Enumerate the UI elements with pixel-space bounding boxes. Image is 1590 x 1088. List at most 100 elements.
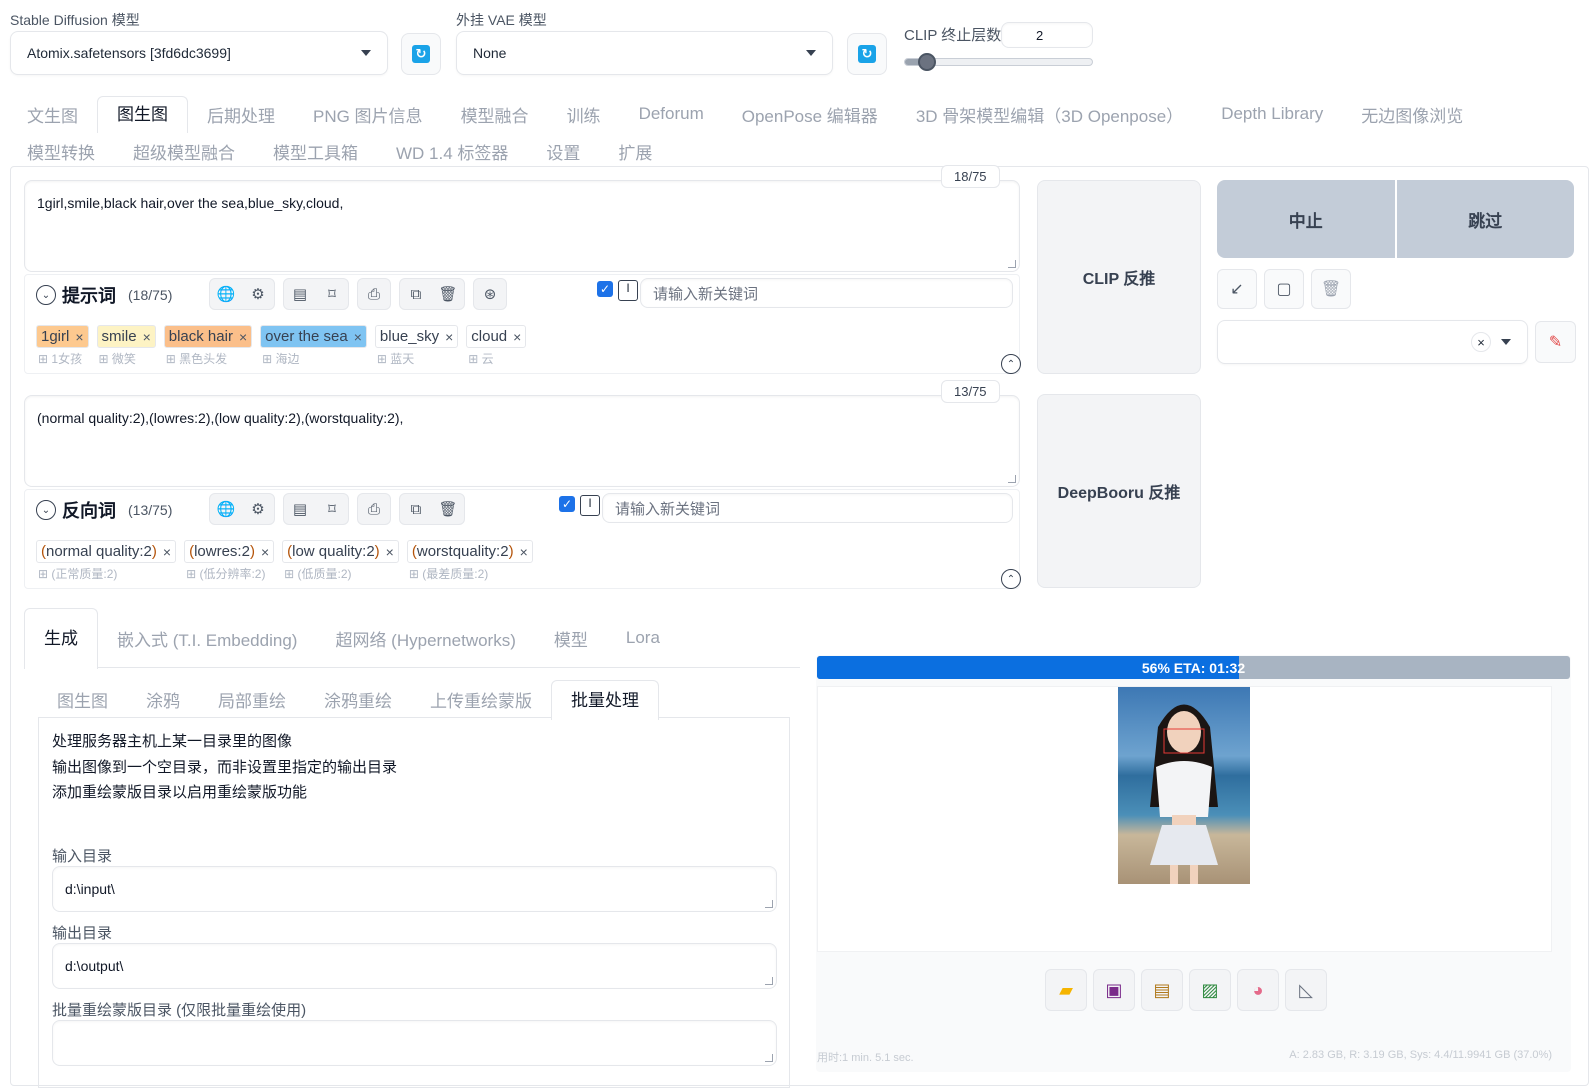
clear-button[interactable]: 🗑 bbox=[1311, 269, 1351, 309]
save-button[interactable]: ▣ bbox=[1093, 969, 1135, 1011]
remove-chip-icon[interactable]: × bbox=[143, 329, 151, 345]
translate-text-icon[interactable]: ⎙ bbox=[358, 494, 390, 524]
main-tab-row2-1[interactable]: 超级模型融合 bbox=[114, 139, 254, 164]
img2img-tab-2[interactable]: 局部重绘 bbox=[199, 687, 305, 712]
keyword-checkbox[interactable]: ✓ bbox=[597, 281, 613, 297]
open-folder-button[interactable]: ▰ bbox=[1045, 969, 1087, 1011]
paste-button[interactable]: ▢ bbox=[1264, 269, 1304, 309]
sub-tab-4[interactable]: Lora bbox=[607, 628, 679, 648]
vae-model-select[interactable]: None bbox=[456, 31, 833, 75]
resize-handle[interactable] bbox=[1008, 260, 1016, 268]
openai-icon[interactable]: ⊛ bbox=[474, 279, 506, 309]
copy-icon[interactable]: ⧉ bbox=[400, 279, 432, 309]
main-tab-7[interactable]: OpenPose 编辑器 bbox=[723, 102, 897, 127]
main-tab-2[interactable]: 后期处理 bbox=[188, 102, 294, 127]
main-tab-5[interactable]: 训练 bbox=[548, 102, 620, 127]
trash-icon[interactable]: 🗑 bbox=[432, 494, 464, 524]
img2img-tab-5[interactable]: 批量处理 bbox=[551, 679, 659, 720]
chip-body[interactable]: (lowres:2) × bbox=[184, 540, 275, 563]
prompt-chip[interactable]: blue_sky × ⊞ 蓝天 bbox=[374, 325, 459, 367]
chip-body[interactable]: smile × bbox=[96, 325, 156, 348]
chip-body[interactable]: (low quality:2) × bbox=[282, 540, 399, 563]
prompt-keyword-input[interactable]: 请输入新关键词 bbox=[640, 278, 1013, 308]
negative-keyword-input[interactable]: 请输入新关键词 bbox=[602, 493, 1013, 523]
skip-button[interactable]: 跳过 bbox=[1396, 180, 1574, 258]
negative-chip[interactable]: (normal quality:2) × ⊞ (正常质量:2) bbox=[36, 540, 177, 582]
prompt-chip[interactable]: cloud × ⊞ 云 bbox=[466, 325, 527, 367]
deepbooru-interrogate-button[interactable]: DeepBooru 反推 bbox=[1037, 394, 1201, 588]
sub-tab-2[interactable]: 超网络 (Hypernetworks) bbox=[316, 626, 534, 651]
chip-body[interactable]: 1girl × bbox=[36, 325, 89, 348]
prompt-chip[interactable]: smile × ⊞ 微笑 bbox=[96, 325, 156, 367]
remove-chip-icon[interactable]: × bbox=[386, 544, 394, 560]
remove-chip-icon[interactable]: × bbox=[520, 544, 528, 560]
stop-button[interactable]: 中止 bbox=[1217, 180, 1395, 258]
sub-tab-1[interactable]: 嵌入式 (T.I. Embedding) bbox=[98, 626, 316, 651]
vae-refresh-button[interactable]: ↻ bbox=[847, 33, 887, 75]
chip-body[interactable]: over the sea × bbox=[260, 325, 367, 348]
sub-tab-3[interactable]: 模型 bbox=[535, 626, 607, 651]
sd-refresh-button[interactable]: ↻ bbox=[401, 33, 441, 75]
chevron-up-icon[interactable]: ⌃ bbox=[1001, 569, 1021, 589]
negative-chip[interactable]: (low quality:2) × ⊞ (低质量:2) bbox=[282, 540, 399, 582]
prompt-textarea[interactable]: 1girl,smile,black hair,over the sea,blue… bbox=[24, 180, 1020, 272]
send-to-img2img-button[interactable]: ▨ bbox=[1189, 969, 1231, 1011]
main-tab-row2-0[interactable]: 模型转换 bbox=[8, 139, 114, 164]
remove-chip-icon[interactable]: × bbox=[75, 329, 83, 345]
img2img-tab-1[interactable]: 涂鸦 bbox=[127, 687, 199, 712]
clear-x-icon[interactable]: × bbox=[1471, 332, 1491, 352]
resize-handle[interactable] bbox=[765, 900, 773, 908]
zip-button[interactable]: ▤ bbox=[1141, 969, 1183, 1011]
remove-chip-icon[interactable]: × bbox=[445, 329, 453, 345]
bookmark-icon[interactable]: ⌑ bbox=[316, 494, 348, 524]
slider-thumb[interactable] bbox=[917, 53, 936, 71]
clip-skip-input[interactable]: 2 bbox=[1001, 22, 1093, 48]
trash-icon[interactable]: 🗑 bbox=[432, 279, 464, 309]
main-tab-8[interactable]: 3D 骨架模型编辑（3D Openpose） bbox=[897, 102, 1202, 127]
input-dir-field[interactable]: d:\input\ bbox=[52, 866, 777, 912]
prompt-chip[interactable]: 1girl × ⊞ 1女孩 bbox=[36, 325, 89, 367]
main-tab-3[interactable]: PNG 图片信息 bbox=[294, 102, 442, 127]
main-tab-6[interactable]: Deforum bbox=[620, 104, 723, 124]
main-tab-row2-2[interactable]: 模型工具箱 bbox=[254, 139, 377, 164]
history-icon[interactable]: ▤ bbox=[284, 279, 316, 309]
output-dir-field[interactable]: d:\output\ bbox=[52, 943, 777, 989]
main-tab-row2-4[interactable]: 设置 bbox=[527, 139, 599, 164]
gear-icon[interactable]: ⚙ bbox=[242, 279, 274, 309]
main-tab-1[interactable]: 图生图 bbox=[97, 95, 188, 133]
chip-body[interactable]: (normal quality:2) × bbox=[36, 540, 177, 563]
remove-chip-icon[interactable]: × bbox=[261, 544, 269, 560]
globe-icon[interactable]: 🌐 bbox=[210, 494, 242, 524]
mask-dir-field[interactable] bbox=[52, 1020, 777, 1066]
main-tab-row2-3[interactable]: WD 1.4 标签器 bbox=[377, 139, 527, 164]
main-tab-9[interactable]: Depth Library bbox=[1202, 104, 1342, 124]
send-to-inpaint-button[interactable]: ◕ bbox=[1237, 969, 1279, 1011]
style-select[interactable]: × bbox=[1217, 320, 1528, 364]
chip-body[interactable]: (worstquality:2) × bbox=[406, 540, 533, 563]
output-image[interactable] bbox=[1118, 687, 1250, 884]
remove-chip-icon[interactable]: × bbox=[513, 329, 521, 345]
clip-interrogate-button[interactable]: CLIP 反推 bbox=[1037, 180, 1201, 374]
main-tab-10[interactable]: 无边图像浏览 bbox=[1342, 102, 1482, 127]
chip-body[interactable]: black hair × bbox=[163, 325, 253, 348]
main-tab-4[interactable]: 模型融合 bbox=[442, 102, 548, 127]
resize-handle[interactable] bbox=[1008, 475, 1016, 483]
chip-body[interactable]: blue_sky × bbox=[374, 325, 459, 348]
negative-chip[interactable]: (worstquality:2) × ⊞ (最差质量:2) bbox=[406, 540, 533, 582]
chevron-up-icon[interactable]: ⌃ bbox=[1001, 354, 1021, 374]
prompt-chip[interactable]: black hair × ⊞ 黑色头发 bbox=[163, 325, 253, 367]
send-to-extras-button[interactable]: ◺ bbox=[1285, 969, 1327, 1011]
sd-model-select[interactable]: Atomix.safetensors [3fd6dc3699] bbox=[10, 31, 388, 75]
keyword-checkbox[interactable]: ✓ bbox=[559, 496, 575, 512]
remove-chip-icon[interactable]: × bbox=[239, 329, 247, 345]
collapse-icon[interactable]: ⌄ bbox=[36, 285, 56, 305]
img2img-tab-0[interactable]: 图生图 bbox=[38, 687, 127, 712]
translate-text-icon[interactable]: ⎙ bbox=[358, 279, 390, 309]
resize-handle[interactable] bbox=[765, 977, 773, 985]
main-tab-0[interactable]: 文生图 bbox=[8, 102, 97, 127]
globe-icon[interactable]: 🌐 bbox=[210, 279, 242, 309]
history-icon[interactable]: ▤ bbox=[284, 494, 316, 524]
resize-handle[interactable] bbox=[765, 1054, 773, 1062]
chip-body[interactable]: cloud × bbox=[466, 325, 527, 348]
img2img-tab-3[interactable]: 涂鸦重绘 bbox=[305, 687, 411, 712]
